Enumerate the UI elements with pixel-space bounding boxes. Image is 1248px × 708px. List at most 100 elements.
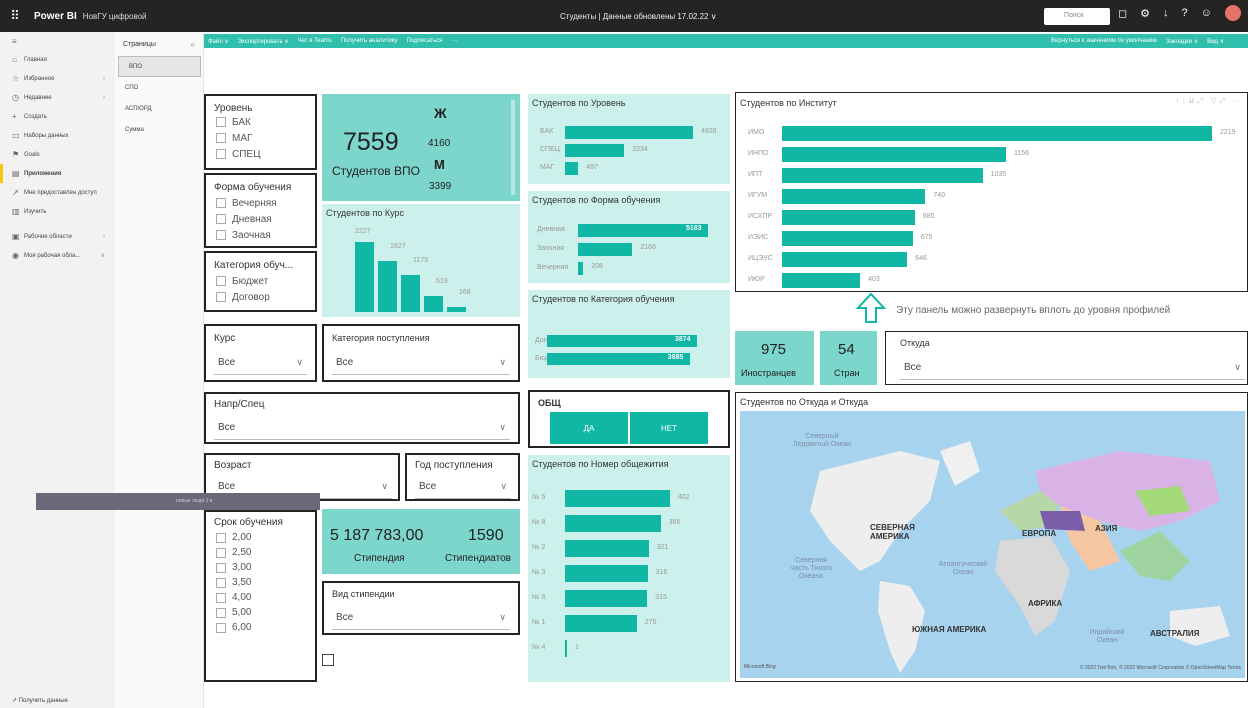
page-tab[interactable]: Сумма — [115, 119, 203, 140]
app-launcher-icon[interactable]: ⠿ — [0, 8, 30, 24]
toolbar-item[interactable]: Вернуться к значениям по умолчанию — [1051, 38, 1157, 45]
checkbox-option[interactable]: БАК — [216, 114, 315, 130]
level-bar[interactable] — [565, 162, 579, 175]
workspace-name[interactable]: НовГУ цифровой — [83, 12, 147, 21]
download-icon[interactable]: ↓ — [1163, 7, 1169, 21]
nav-item[interactable]: ▤ Приложения — [0, 164, 115, 183]
institute-bar[interactable] — [782, 126, 1212, 141]
checkbox[interactable] — [216, 562, 226, 573]
institute-bar[interactable] — [782, 189, 926, 204]
checkbox-option[interactable]: Договор — [216, 289, 315, 305]
checkbox-option[interactable]: Вечерняя — [216, 195, 315, 211]
institute-bar[interactable] — [782, 231, 913, 246]
checkbox[interactable] — [216, 622, 226, 633]
course-bar[interactable] — [355, 242, 374, 312]
checkbox-option[interactable]: 3,00 — [216, 560, 315, 575]
chevron-icon[interactable]: ∨ — [101, 252, 105, 259]
checkbox[interactable] — [216, 198, 226, 208]
nav-item[interactable]: ↗ Мне предоставлен доступ — [0, 183, 115, 202]
toolbar-item[interactable]: Файл ∨ — [208, 38, 229, 45]
toolbar-item[interactable]: Закладки ∨ — [1166, 38, 1198, 45]
report-title[interactable]: Студенты | Данные обновлены 17.02.22 ∨ — [560, 12, 717, 21]
checkbox[interactable] — [216, 577, 226, 588]
dorm-bar[interactable] — [565, 515, 661, 532]
form-bar[interactable] — [578, 262, 584, 275]
checkbox-option[interactable]: 3,50 — [216, 575, 315, 590]
checkbox-option[interactable]: Бюджет — [216, 273, 315, 289]
settings-icon[interactable]: ⚙ — [1140, 7, 1150, 21]
dorm-bar[interactable] — [565, 590, 648, 607]
checkbox[interactable] — [216, 133, 226, 143]
dorm-bar[interactable] — [565, 490, 670, 507]
nav-item[interactable]: ▣ Рабочие области › — [0, 227, 115, 246]
checkbox[interactable] — [216, 149, 226, 159]
map-copyright[interactable]: © 2022 TomTom, © 2022 Microsoft Corporat… — [1080, 665, 1241, 671]
checkbox[interactable] — [216, 592, 226, 603]
course-dropdown[interactable]: Все ∨ — [214, 351, 307, 375]
nav-item[interactable]: + Создать — [0, 107, 115, 126]
checkbox[interactable] — [216, 547, 226, 558]
year-dropdown[interactable]: Все ∨ — [415, 475, 511, 499]
checkbox-option[interactable]: 5,00 — [216, 605, 315, 620]
visual-header-icons[interactable]: ↑↓⇊⤢ ▽⤢ ⋯ — [1176, 97, 1243, 106]
course-bar[interactable] — [378, 260, 397, 312]
checkbox[interactable] — [216, 607, 226, 618]
form-bar[interactable] — [578, 243, 633, 256]
course-bar[interactable] — [447, 306, 466, 312]
search-input[interactable]: Поиск — [1044, 8, 1110, 25]
help-icon[interactable]: ? — [1182, 7, 1188, 21]
checkbox-option[interactable]: Дневная — [216, 211, 315, 227]
checkbox[interactable] — [322, 654, 334, 666]
origin-dropdown[interactable]: Все ∨ — [900, 356, 1245, 380]
stipend-type-dropdown[interactable]: Все ∨ — [332, 606, 510, 630]
checkbox[interactable] — [216, 214, 226, 224]
toolbar-item[interactable]: Экспортировать ∨ — [238, 38, 289, 45]
nav-item[interactable]: ⌂ Главная — [0, 50, 115, 69]
checkbox[interactable] — [216, 276, 226, 286]
checkbox-option[interactable]: МАГ — [216, 130, 315, 146]
toolbar-item[interactable]: Получить аналитику — [341, 38, 398, 45]
page-tab[interactable]: ВПО — [118, 56, 201, 77]
checkbox-option[interactable]: 6,00 — [216, 620, 315, 635]
dorm-bar[interactable] — [565, 615, 637, 632]
checkbox[interactable] — [216, 292, 226, 302]
map-canvas[interactable]: Северный Ледовитый Океан СЕВЕРНАЯ АМЕРИК… — [740, 411, 1245, 678]
dorm-bar[interactable] — [565, 565, 648, 582]
dorm-bar[interactable] — [565, 640, 567, 657]
admission-category-dropdown[interactable]: Все ∨ — [332, 351, 510, 375]
nav-item[interactable]: ◷ Недавние › — [0, 88, 115, 107]
chevron-icon[interactable]: › — [103, 234, 105, 240]
toolbar-item[interactable]: Вид ∨ — [1207, 38, 1224, 45]
chevron-icon[interactable]: › — [103, 76, 105, 82]
checkbox-option[interactable]: СПЕЦ — [216, 146, 315, 162]
get-data-link[interactable]: ↗ Получить данные — [12, 697, 68, 704]
nav-item[interactable]: ▭ Наборы данных — [0, 126, 115, 145]
dorm-bar[interactable] — [565, 540, 649, 557]
chevron-icon[interactable]: › — [103, 95, 105, 101]
institute-bar[interactable] — [782, 252, 908, 267]
nav-item[interactable]: ◉ Моя рабочая обла... ∨ — [0, 246, 115, 265]
toolbar-item[interactable]: ··· — [451, 38, 457, 45]
checkbox-option[interactable]: Заочная — [216, 227, 315, 243]
institute-bar[interactable] — [782, 168, 983, 183]
checkbox-option[interactable]: 4,00 — [216, 590, 315, 605]
checkbox[interactable] — [216, 230, 226, 240]
course-bar[interactable] — [401, 275, 420, 312]
checkbox[interactable] — [216, 532, 226, 543]
nav-item[interactable]: ▥ Изучить — [0, 202, 115, 221]
nav-item[interactable]: ☆ Избранное › — [0, 69, 115, 88]
page-tab[interactable]: СПО — [115, 77, 203, 98]
dorm-no-button[interactable]: НЕТ — [630, 412, 708, 444]
level-bar[interactable] — [565, 144, 625, 157]
checkbox[interactable] — [216, 117, 226, 127]
feedback-icon[interactable]: ☺ — [1201, 7, 1212, 21]
notifications-icon[interactable]: ◻ — [1118, 7, 1127, 21]
institute-bar[interactable] — [782, 273, 861, 288]
nav-item[interactable]: ⚑ Goals — [0, 145, 115, 164]
dorm-yes-button[interactable]: ДА — [550, 412, 628, 444]
toolbar-item[interactable]: Подписаться — [406, 38, 442, 45]
nav-item[interactable]: ≡ — [0, 32, 115, 50]
course-bar[interactable] — [424, 295, 443, 312]
toolbar-item[interactable]: Чат в Teams — [298, 38, 332, 45]
institute-bar[interactable] — [782, 147, 1006, 162]
